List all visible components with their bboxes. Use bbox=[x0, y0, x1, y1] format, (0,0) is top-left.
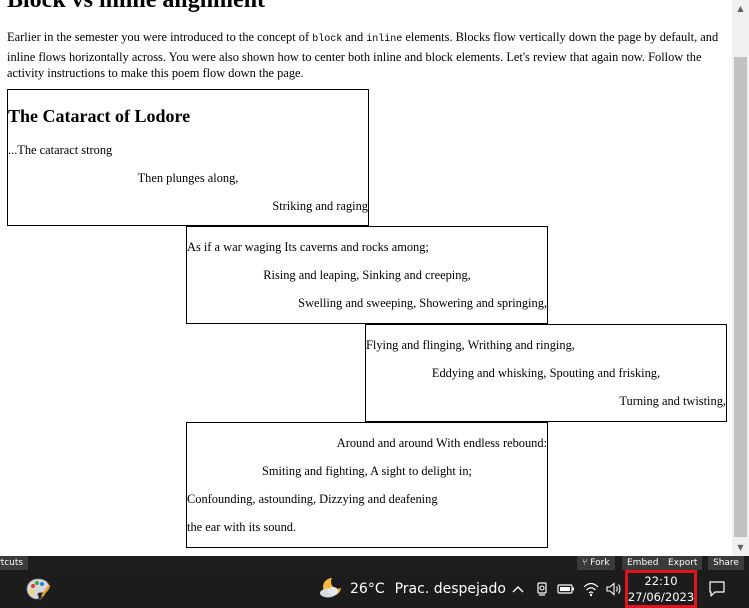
clock-date: 27/06/2023 bbox=[627, 590, 695, 604]
poem-line: As if a war waging Its caverns and rocks… bbox=[187, 240, 429, 254]
poem-title: The Cataract of Lodore bbox=[8, 106, 191, 126]
intro-paragraph: Earlier in the semester you were introdu… bbox=[7, 29, 723, 82]
wifi-icon[interactable] bbox=[581, 570, 601, 608]
chevron-up-icon[interactable] bbox=[509, 570, 527, 608]
intro-text-1: Earlier in the semester you were introdu… bbox=[7, 30, 313, 44]
embed-button[interactable]: Embed bbox=[622, 556, 664, 570]
poem-line: Turning and twisting, bbox=[619, 394, 726, 408]
poem-stanza-2: As if a war waging Its caverns and rocks… bbox=[186, 226, 548, 324]
intro-code-inline: inline bbox=[366, 34, 403, 45]
poem-line: Smiting and fighting, A sight to delight… bbox=[262, 464, 472, 478]
paint-palette-app-icon[interactable] bbox=[22, 570, 54, 608]
poem-line: Eddying and whisking, Spouting and frisk… bbox=[431, 366, 661, 380]
weather-widget[interactable]: 26°C Prac. despejado bbox=[318, 570, 506, 608]
editor-bottom-bar: rtcuts ⑂ Fork Embed Export Share bbox=[0, 556, 749, 570]
scroll-up-arrow-icon[interactable]: ▲ bbox=[732, 0, 749, 17]
clock-date-widget[interactable]: 22:10 27/06/2023 bbox=[625, 570, 697, 608]
battery-icon[interactable] bbox=[556, 570, 576, 608]
poem-line: Confounding, astounding, Dizzying and de… bbox=[187, 492, 438, 506]
poem-line: Striking and raging bbox=[272, 199, 368, 213]
poem-line: the ear with its sound. bbox=[187, 520, 297, 534]
share-button[interactable]: Share bbox=[708, 556, 744, 570]
shortcuts-button[interactable]: rtcuts bbox=[0, 556, 29, 570]
notification-icon[interactable] bbox=[702, 570, 732, 608]
poem-line: Around and around With endless rebound: bbox=[336, 436, 547, 450]
vertical-scrollbar[interactable]: ▲ ▼ bbox=[732, 0, 749, 556]
intro-code-block: block bbox=[312, 34, 343, 45]
weather-condition: Prac. despejado bbox=[394, 581, 506, 597]
poem-line: Rising and leaping, Sinking and creeping… bbox=[263, 268, 471, 282]
clock-time: 22:10 bbox=[644, 574, 678, 588]
fork-button[interactable]: ⑂ Fork bbox=[577, 556, 615, 570]
poem-stanza-4: Around and around With endless rebound: … bbox=[186, 422, 548, 548]
meet-icon[interactable] bbox=[533, 570, 551, 608]
page-heading: Block vs inline alignment bbox=[7, 0, 266, 13]
poem-line: Then plunges along, bbox=[137, 171, 239, 185]
moon-cloud-weather-icon bbox=[318, 575, 344, 603]
export-button[interactable]: Export bbox=[663, 556, 703, 570]
scrollbar-thumb[interactable] bbox=[734, 57, 747, 537]
poem-line: Flying and flinging, Writhing and ringin… bbox=[366, 338, 575, 352]
poem-stanza-3: Flying and flinging, Writhing and ringin… bbox=[365, 324, 727, 422]
volume-icon[interactable] bbox=[604, 570, 624, 608]
poem-line: Swelling and sweeping, Showering and spr… bbox=[298, 296, 547, 310]
poem-line: ...The cataract strong bbox=[8, 143, 113, 157]
poem-stanza-1: The Cataract of Lodore ...The cataract s… bbox=[7, 89, 369, 226]
scroll-down-arrow-icon[interactable]: ▼ bbox=[732, 539, 749, 556]
page-content: Block vs inline alignment Earlier in the… bbox=[0, 0, 732, 556]
intro-text-2: and bbox=[342, 30, 367, 44]
windows-taskbar: 26°C Prac. despejado 22:10 27/06/2023 bbox=[0, 570, 749, 608]
weather-temperature: 26°C bbox=[350, 581, 385, 597]
